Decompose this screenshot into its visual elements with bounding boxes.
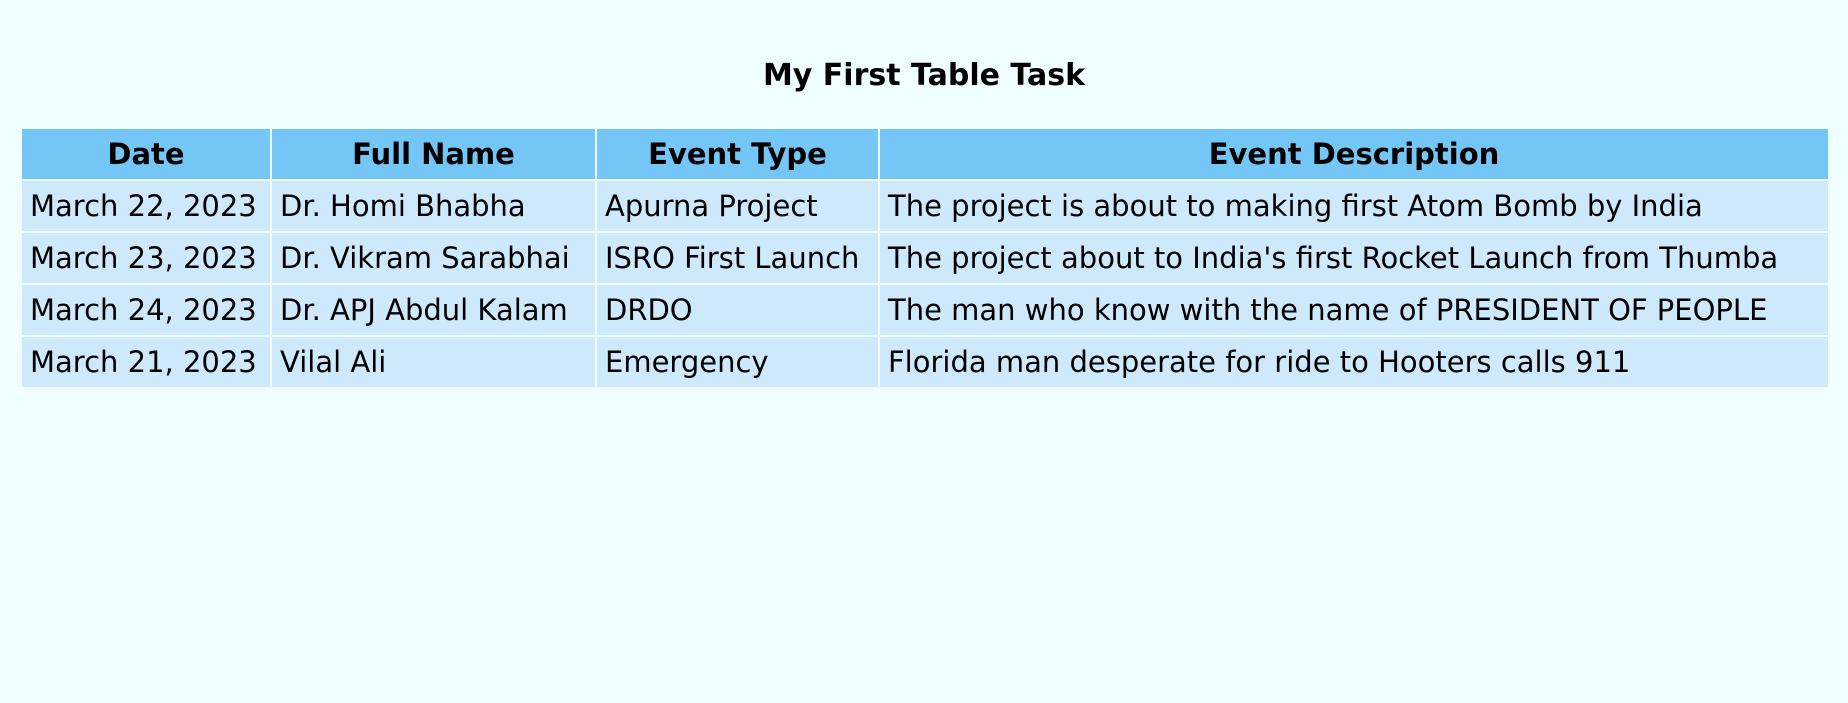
cell-full-name: Dr. Homi Bhabha bbox=[270, 179, 597, 233]
cell-full-name: Dr. APJ Abdul Kalam bbox=[270, 283, 597, 337]
table-row: March 24, 2023 Dr. APJ Abdul Kalam DRDO … bbox=[20, 283, 1830, 337]
cell-event-type: Emergency bbox=[595, 335, 880, 389]
cell-event-type: ISRO First Launch bbox=[595, 231, 880, 285]
table-header: Date Full Name Event Type Event Descript… bbox=[20, 127, 1830, 181]
events-table: Date Full Name Event Type Event Descript… bbox=[20, 127, 1830, 389]
column-header-event-type: Event Type bbox=[595, 127, 880, 181]
cell-date: March 24, 2023 bbox=[20, 283, 272, 337]
cell-date: March 21, 2023 bbox=[20, 335, 272, 389]
cell-event-description: The project is about to making first Ato… bbox=[878, 179, 1830, 233]
cell-event-type: DRDO bbox=[595, 283, 880, 337]
cell-full-name: Vilal Ali bbox=[270, 335, 597, 389]
cell-event-type: Apurna Project bbox=[595, 179, 880, 233]
cell-event-description: Florida man desperate for ride to Hooter… bbox=[878, 335, 1830, 389]
page-title: My First Table Task bbox=[762, 58, 1086, 93]
column-header-event-description: Event Description bbox=[878, 127, 1830, 181]
column-header-date: Date bbox=[20, 127, 272, 181]
cell-event-description: The project about to India's first Rocke… bbox=[878, 231, 1830, 285]
column-header-full-name: Full Name bbox=[270, 127, 597, 181]
table-row: March 22, 2023 Dr. Homi Bhabha Apurna Pr… bbox=[20, 179, 1830, 233]
cell-date: March 22, 2023 bbox=[20, 179, 272, 233]
table-header-row: Date Full Name Event Type Event Descript… bbox=[20, 127, 1830, 181]
table-row: March 23, 2023 Dr. Vikram Sarabhai ISRO … bbox=[20, 231, 1830, 285]
table-row: March 21, 2023 Vilal Ali Emergency Flori… bbox=[20, 335, 1830, 389]
cell-event-description: The man who know with the name of PRESID… bbox=[878, 283, 1830, 337]
cell-date: March 23, 2023 bbox=[20, 231, 272, 285]
cell-full-name: Dr. Vikram Sarabhai bbox=[270, 231, 597, 285]
table-body: March 22, 2023 Dr. Homi Bhabha Apurna Pr… bbox=[20, 179, 1830, 389]
